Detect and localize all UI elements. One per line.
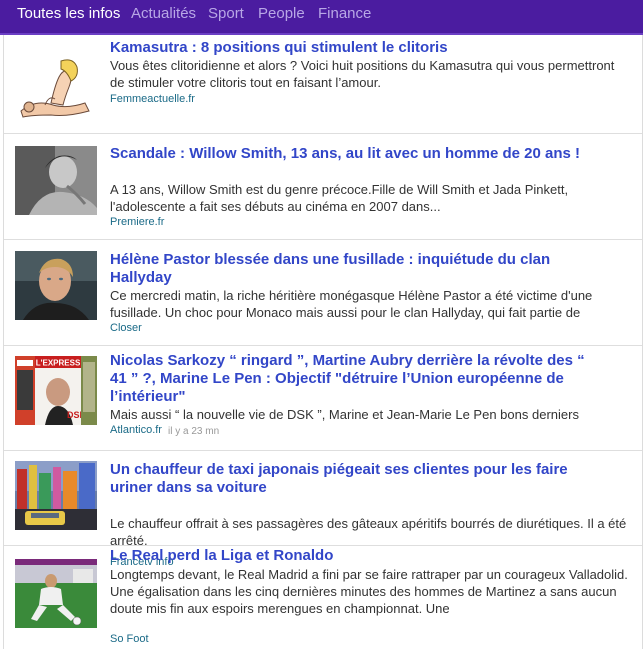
article-snippet: Le chauffeur offrait à ses passagères de… [110,516,627,548]
article-source[interactable]: So Foot [110,633,149,646]
news-item: Kamasutra : 8 positions qui stimulent le… [4,35,642,134]
article-thumbnail[interactable] [15,559,97,628]
bw-photo-thumbnail [15,146,97,215]
article-snippet: Ce mercredi matin, la riche héritière mo… [110,288,593,320]
article-title[interactable]: Kamasutra : 8 positions qui stimulent le… [110,39,600,57]
top-navigation: Toutes les infos Actualités Sport People… [0,0,643,35]
article-source[interactable]: Femmeactuelle.fr [110,93,195,106]
cartoon-couple-illustration [15,55,97,124]
article-source[interactable]: Atlantico.fr [110,424,162,437]
portrait-photo-thumbnail [15,251,97,320]
news-feed: Kamasutra : 8 positions qui stimulent le… [3,35,643,649]
tab-actualites[interactable]: Actualités [131,5,196,23]
article-thumbnail[interactable] [15,251,97,320]
news-item: Un chauffeur de taxi japonais piégeait s… [4,451,642,568]
news-item: L'EXPRESS DSK Nicolas Sarkozy “ ringard … [4,346,642,451]
article-thumbnail[interactable] [15,146,97,215]
tab-toutes-les-infos[interactable]: Toutes les infos [17,5,120,23]
article-thumbnail[interactable] [15,55,97,124]
news-item: Le Real perd la Liga et Ronaldo Longtemp… [4,546,642,649]
news-item: Hélène Pastor blessée dans une fusillade… [4,240,642,346]
tab-people[interactable]: People [258,5,305,23]
article-snippet: Mais aussi “ la nouvelle vie de DSK ”, M… [110,407,579,422]
article-timestamp: il y a 23 mn [168,426,220,437]
svg-text:L'EXPRESS: L'EXPRESS [36,359,81,368]
article-title[interactable]: Un chauffeur de taxi japonais piégeait s… [110,461,600,497]
article-snippet: Vous êtes clitoridienne et alors ? Voici… [110,58,615,90]
article-title[interactable]: Hélène Pastor blessée dans une fusillade… [110,251,600,287]
article-title[interactable]: Nicolas Sarkozy “ ringard ”, Martine Aub… [110,352,600,406]
article-source[interactable]: Premiere.fr [110,216,164,229]
article-title[interactable]: Le Real perd la Liga et Ronaldo [110,547,600,565]
article-snippet: Longtemps devant, le Real Madrid a fini … [110,567,628,616]
news-item: Scandale : Willow Smith, 13 ans, au lit … [4,134,642,240]
football-photo-thumbnail [15,559,97,628]
magazine-covers-thumbnail: L'EXPRESS DSK [15,356,97,425]
tab-sport[interactable]: Sport [208,5,244,23]
article-source[interactable]: Closer [110,322,142,335]
article-thumbnail[interactable]: L'EXPRESS DSK [15,356,97,425]
article-title[interactable]: Scandale : Willow Smith, 13 ans, au lit … [110,145,600,163]
article-thumbnail[interactable] [15,461,97,530]
article-snippet: A 13 ans, Willow Smith est du genre préc… [110,182,569,214]
tab-finance[interactable]: Finance [318,5,371,23]
city-street-photo-thumbnail [15,461,97,530]
